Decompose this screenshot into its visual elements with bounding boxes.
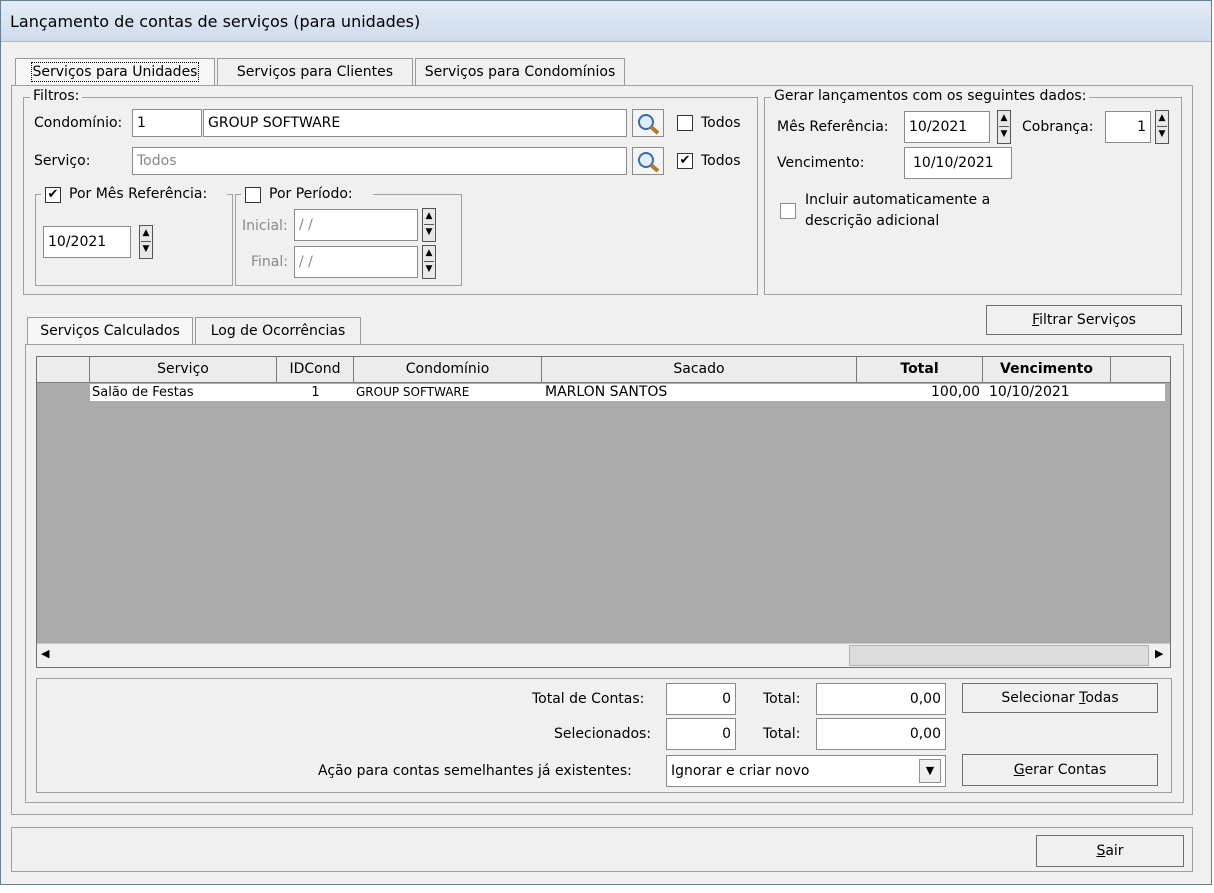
inicial-input[interactable]: / / [294, 209, 418, 241]
col-total-header[interactable]: Total [857, 357, 983, 383]
mes-referencia-input[interactable]: 10/2021 [43, 226, 131, 258]
horizontal-scrollbar[interactable]: ◀ ▶ [37, 643, 1170, 667]
spin-up-icon[interactable]: ▲ [999, 111, 1009, 127]
cell-vencimento[interactable]: 10/10/2021 [983, 384, 1111, 401]
bottom-bar [11, 827, 1193, 872]
final-label: Final: [251, 254, 288, 270]
inicial-spinner[interactable]: ▲ ▼ [422, 208, 436, 242]
row-indicator [37, 384, 90, 401]
col-servico-header[interactable]: Serviço [90, 357, 277, 383]
magnifier-icon [638, 152, 660, 173]
cell-filler [1111, 384, 1165, 401]
cobranca-label: Cobrança: [1022, 119, 1094, 135]
col-vencimento-header[interactable]: Vencimento [983, 357, 1111, 383]
scroll-right-icon[interactable]: ▶ [1155, 647, 1163, 660]
tab-servicos-clientes[interactable]: Serviços para Clientes [217, 58, 413, 86]
spin-down-icon[interactable]: ▼ [424, 225, 434, 240]
servico-input[interactable]: Todos [132, 147, 627, 175]
services-grid[interactable]: Serviço IDCond Condomínio Sacado Total V… [36, 356, 1171, 668]
total2-value: 0,00 [816, 718, 946, 750]
generate-title: Gerar lançamentos com os seguintes dados… [771, 88, 1090, 104]
servico-todos-checkbox[interactable]: ✔ [677, 153, 693, 169]
title-bar: Lançamento de contas de serviços (para u… [1, 1, 1211, 42]
condominio-todos-label: Todos [701, 115, 741, 131]
por-periodo-label: Por Período: [269, 186, 353, 202]
spin-down-icon[interactable]: ▼ [1157, 127, 1167, 142]
cell-idcond[interactable]: 1 [277, 384, 354, 401]
spin-down-icon[interactable]: ▼ [424, 262, 434, 277]
vencimento-input[interactable]: 10/10/2021 [904, 147, 1012, 179]
condominio-code-input[interactable]: 1 [132, 109, 202, 137]
selecionar-todas-button[interactable]: Selecionar Todas [962, 683, 1158, 713]
final-input[interactable]: / / [294, 246, 418, 278]
mes-referencia-spinner[interactable]: ▲ ▼ [139, 225, 153, 259]
tab-servicos-unidades[interactable]: Serviços para Unidades [15, 58, 215, 86]
condominio-search-button[interactable] [632, 109, 664, 137]
total2-label: Total: [763, 726, 801, 742]
tab-strip: Serviços para Unidades Serviços para Cli… [15, 58, 625, 86]
grid-filler-header [1111, 357, 1170, 383]
spin-up-icon[interactable]: ▲ [1157, 111, 1167, 127]
gen-mes-label: Mês Referência: [777, 119, 889, 135]
incluir-descricao-checkbox[interactable] [780, 203, 796, 219]
servico-todos-label: Todos [701, 153, 741, 169]
subtab-strip: Serviços Calculados Log de Ocorrências [27, 317, 367, 345]
acao-select[interactable]: Ignorar e criar novo ▼ [666, 755, 946, 787]
total-contas-value: 0 [666, 683, 736, 715]
por-periodo-checkbox[interactable] [245, 187, 261, 203]
por-mes-checkbox[interactable]: ✔ [45, 187, 61, 203]
tab-servicos-condominios[interactable]: Serviços para Condomínios [415, 58, 625, 86]
acao-label: Ação para contas semelhantes já existent… [318, 763, 632, 779]
inicial-label: Inicial: [242, 218, 288, 234]
incluir-line2: descrição adicional [805, 213, 940, 229]
filtrar-servicos-button[interactable]: Filtrar Serviços [986, 305, 1182, 335]
servico-search-button[interactable] [632, 147, 664, 175]
cobranca-input[interactable]: 1 [1105, 111, 1151, 143]
condominio-todos-checkbox[interactable] [677, 115, 693, 131]
scroll-left-icon[interactable]: ◀ [41, 647, 49, 660]
por-mes-header: ✔ Por Mês Referência: [41, 185, 227, 205]
total-contas-label: Total de Contas: [532, 691, 645, 707]
selecionados-value: 0 [666, 718, 736, 750]
sair-button[interactable]: Sair [1036, 835, 1184, 867]
servico-label: Serviço: [34, 153, 91, 169]
filters-title: Filtros: [30, 88, 83, 104]
tab-servicos-calculados[interactable]: Serviços Calculados [27, 317, 193, 345]
scrollbar-thumb[interactable] [849, 645, 1149, 666]
spin-down-icon[interactable]: ▼ [999, 127, 1009, 142]
spin-up-icon[interactable]: ▲ [141, 226, 151, 242]
cell-condominio[interactable]: GROUP SOFTWARE [354, 384, 542, 401]
col-idcond-header[interactable]: IDCond [277, 357, 354, 383]
spin-up-icon[interactable]: ▲ [424, 246, 434, 262]
gen-mes-spinner[interactable]: ▲ ▼ [997, 110, 1011, 144]
grid-indicator-header [37, 357, 90, 383]
total-label: Total: [763, 691, 801, 707]
table-row[interactable]: Salão de Festas 1 GROUP SOFTWARE MARLON … [37, 384, 1170, 401]
gerar-contas-button[interactable]: Gerar Contas [962, 754, 1158, 786]
tab-log-ocorrencias[interactable]: Log de Ocorrências [195, 317, 361, 345]
magnifier-icon [638, 114, 660, 135]
dropdown-arrow-icon[interactable]: ▼ [919, 759, 941, 783]
main-window: Lançamento de contas de serviços (para u… [0, 0, 1212, 885]
condominio-name-input[interactable]: GROUP SOFTWARE [203, 109, 627, 137]
col-condominio-header[interactable]: Condomínio [354, 357, 542, 383]
grid-header: Serviço IDCond Condomínio Sacado Total V… [37, 357, 1170, 383]
vencimento-label: Vencimento: [777, 155, 865, 171]
spin-up-icon[interactable]: ▲ [424, 209, 434, 225]
col-sacado-header[interactable]: Sacado [542, 357, 857, 383]
cell-total[interactable]: 100,00 [857, 384, 983, 401]
gen-mes-input[interactable]: 10/2021 [904, 111, 990, 143]
selecionados-label: Selecionados: [554, 726, 652, 742]
por-mes-label: Por Mês Referência: [69, 186, 208, 202]
cell-servico[interactable]: Salão de Festas [90, 384, 277, 401]
spin-down-icon[interactable]: ▼ [141, 242, 151, 257]
incluir-line1: Incluir automaticamente a [805, 192, 991, 208]
cell-sacado[interactable]: MARLON SANTOS [542, 384, 857, 401]
window-title: Lançamento de contas de serviços (para u… [10, 12, 421, 31]
condominio-label: Condomínio: [34, 115, 123, 131]
por-periodo-header: Por Período: [241, 185, 373, 205]
cobranca-spinner[interactable]: ▲ ▼ [1155, 110, 1169, 144]
total-value: 0,00 [816, 683, 946, 715]
final-spinner[interactable]: ▲ ▼ [422, 245, 436, 279]
